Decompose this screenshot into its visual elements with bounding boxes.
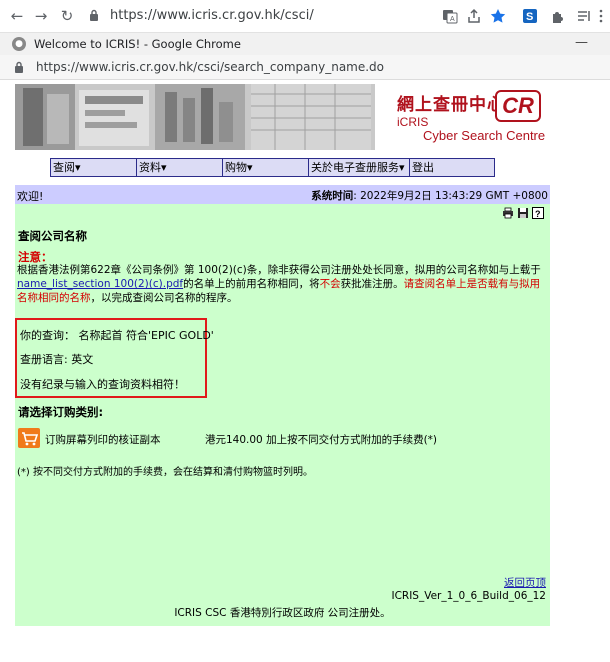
lock-icon (86, 7, 102, 23)
utility-icons: ? (502, 207, 544, 219)
no-record-message: 没有纪录与输入的查询资料相符！ (20, 378, 185, 391)
forward-arrow-icon[interactable]: → (30, 5, 52, 27)
reload-icon[interactable]: ↻ (56, 5, 78, 27)
note-part-1: 根据香港法例第622章《公司条例》第 100(2)(c)条，除非获得公司注册处处… (17, 264, 541, 276)
name-list-pdf-link[interactable]: name_list_section 100(2)(c).pdf (17, 278, 183, 290)
note-part-2: 的名单上的前用名称相同，将 (183, 278, 320, 290)
note-text: 根据香港法例第622章《公司条例》第 100(2)(c)条，除非获得公司注册处处… (17, 263, 545, 305)
order-price: 港元140.00 加上按不同交付方式附加的手续费(*) (205, 434, 438, 446)
main-content: 欢迎! 系统时间: 2022年9月2日 13:43:29 GMT +0800 ?… (15, 185, 550, 626)
popup-url: https://www.icris.cr.gov.hk/csci/search_… (36, 60, 385, 74)
browser-toolbar: ← → ↻ https://www.icris.cr.gov.hk/csci/ … (0, 0, 610, 33)
popup-title: Welcome to ICRIS! - Google Chrome (34, 37, 241, 51)
popup-titlebar: ● Welcome to ICRIS! - Google Chrome — (0, 33, 610, 55)
order-category-title: 请选择订购类别: (18, 405, 104, 419)
extensions-puzzle-icon[interactable] (548, 6, 568, 26)
lock-icon (14, 60, 26, 74)
svg-text:?: ? (535, 209, 541, 219)
section-title: 查阅公司名称 (18, 229, 87, 243)
menu-search[interactable]: 查阅▾ (51, 159, 137, 176)
system-time-label: 系统时间 (311, 190, 354, 202)
system-time: 系统时间: 2022年9月2日 13:43:29 GMT +0800 (311, 188, 548, 203)
back-to-top-link[interactable]: 返回页顶 (504, 575, 546, 590)
main-menu-bar: 查阅▾ 资料▾ 购物▾ 关於电子查册服务▾ 登出 (50, 158, 495, 177)
menu-dots-icon[interactable] (596, 6, 606, 26)
menu-logout[interactable]: 登出 (410, 159, 492, 176)
system-time-value: : 2022年9月2日 13:43:29 GMT +0800 (353, 190, 548, 202)
extension-s-icon[interactable]: S (520, 6, 540, 26)
query-result-box: 你的查询： 名称起首 符合'EPIC GOLD' 查册语言: 英文 没有纪录与输… (15, 318, 214, 398)
back-arrow-icon[interactable]: ← (6, 5, 28, 27)
minimize-icon[interactable]: — (575, 35, 588, 50)
note-part-3: 获批准注册。 (340, 278, 404, 290)
fee-note: (*) 按不同交付方式附加的手续费，会在结算和清付购物篮时列明。 (17, 467, 313, 478)
welcome-bar: 欢迎! 系统时间: 2022年9月2日 13:43:29 GMT +0800 (15, 185, 550, 204)
address-bar[interactable]: https://www.icris.cr.gov.hk/csci/ (86, 3, 426, 27)
help-icon[interactable]: ? (532, 207, 544, 219)
popup-address-bar: https://www.icris.cr.gov.hk/csci/search_… (0, 55, 610, 80)
version-text: ICRIS_Ver_1_0_6_Build_06_12 (391, 590, 546, 602)
menu-about-service[interactable]: 关於电子查册服务▾ (309, 159, 410, 176)
translate-icon[interactable]: A (440, 6, 460, 26)
print-icon[interactable] (502, 207, 514, 219)
save-icon[interactable] (517, 207, 529, 219)
menu-shopping[interactable]: 购物▾ (223, 159, 309, 176)
svg-text:A: A (450, 16, 455, 23)
header-banner: 網上查冊中心 iCRIS CR Cyber Search Centre (15, 84, 549, 150)
shopping-cart-icon[interactable] (18, 428, 40, 448)
logo-chinese-text: 網上查冊中心 (397, 95, 505, 115)
reading-list-icon[interactable] (574, 6, 594, 26)
query-language: 查册语言: 英文 (20, 353, 94, 366)
share-icon[interactable] (464, 6, 484, 26)
menu-information[interactable]: 资料▾ (137, 159, 223, 176)
logo-icris-text: iCRIS (397, 115, 429, 129)
copyright-footer: ICRIS CSC 香港特別行政区政府 公司注册处。 (174, 607, 391, 619)
site-favicon-icon: ● (12, 37, 26, 51)
query-text: 你的查询： 名称起首 符合'EPIC GOLD' (20, 329, 214, 342)
svg-text:S: S (526, 11, 533, 23)
icris-page: 網上查冊中心 iCRIS CR Cyber Search Centre 查阅▾ … (0, 80, 610, 662)
note-part-4: ，以完成查阅公司名称的程序。 (90, 292, 238, 304)
order-certified-copy-link[interactable]: 订购屏幕列印的核证副本 (45, 432, 161, 447)
bookmark-star-icon[interactable] (488, 6, 508, 26)
logo-english-text: Cyber Search Centre (423, 128, 546, 143)
note-not-text: 不会 (319, 278, 341, 290)
address-url: https://www.icris.cr.gov.hk/csci/ (110, 7, 314, 23)
welcome-text: 欢迎! (17, 190, 44, 203)
logo-cr-badge: CR (495, 90, 541, 122)
